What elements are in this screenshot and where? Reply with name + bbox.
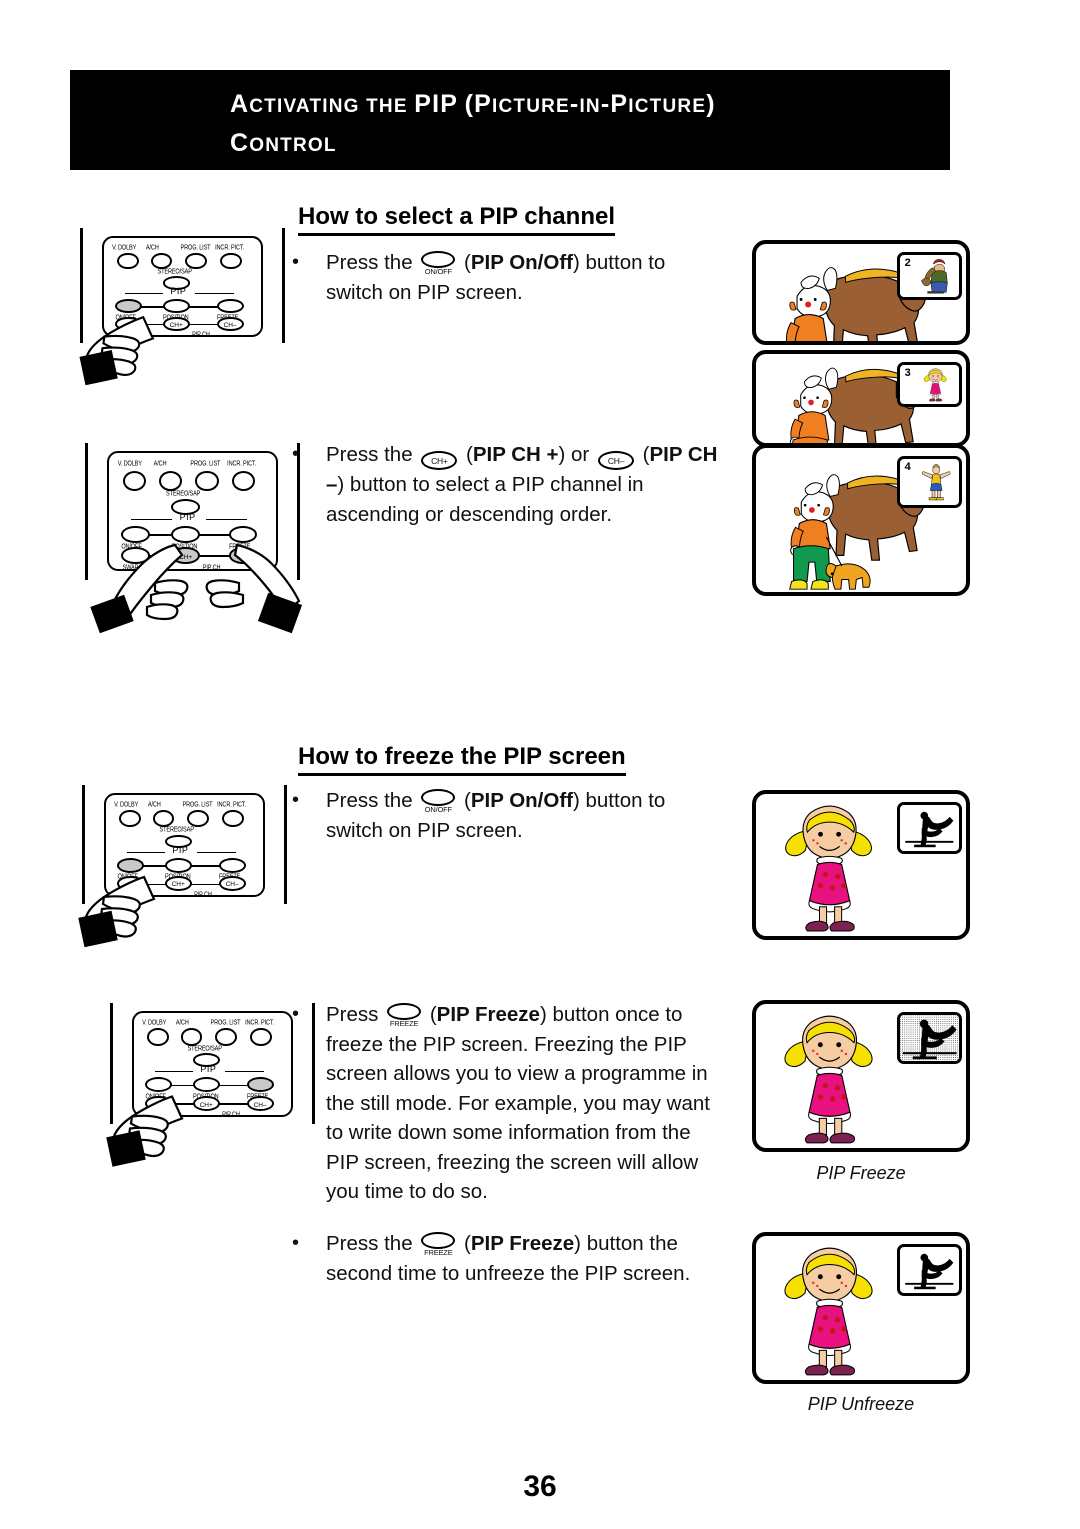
pip-on-off-button-icon: ON/OFF [421, 251, 456, 276]
pip-on-off-icon-label: ON/OFF [424, 267, 452, 276]
section-heading-freeze-screen: How to freeze the PIP screen [298, 743, 626, 776]
bullet3-paren-open: ( [464, 789, 471, 812]
pip-inset-picture [924, 367, 947, 401]
pip-inset-window: 4 [896, 456, 962, 508]
pip-ch-plus-icon-label: CH+ [421, 451, 458, 470]
pip-freeze-button-icon: FREEZE [421, 1232, 456, 1257]
pip-ch-minus-button-icon: CH– [597, 451, 634, 470]
pip-inset-window [896, 1244, 962, 1296]
pip-channel-number: 3 [904, 367, 911, 379]
bullet5-bold: PIP Freeze [470, 1232, 575, 1255]
tv-screen-channel-3: 3 [752, 350, 970, 447]
remote-onoff-freeze: V. DOLBY A/CH PROG. LIST INCR. PICT. STEREO/… [78, 785, 287, 950]
hand-pointing-icon [78, 875, 156, 948]
caption-pip-unfreeze: PIP Unfreeze [807, 1394, 915, 1414]
hand-pointing-icon [79, 315, 155, 386]
bullet2-paren-close: ) [558, 443, 566, 466]
bullet-pip-onoff-select: • Press the ON/OFF (PIP On/Off) button t… [292, 248, 722, 307]
bullet3-bold: PIP On/Off [470, 789, 573, 812]
bullet4-bold: PIP Freeze [436, 1003, 540, 1026]
pip-channel-number: 4 [904, 461, 911, 473]
bullet2-paren-open: ( [466, 443, 473, 466]
bullet5-pre: Press the [326, 1232, 413, 1255]
bullet2-or: or [571, 443, 590, 466]
pip-inset-picture [899, 1015, 959, 1061]
bullet-dot: • [292, 1232, 300, 1254]
bullet2-paren-open2: ( [642, 443, 650, 466]
bullet1-pre: Press the [326, 251, 413, 274]
bullet-dot: • [292, 251, 300, 273]
header-line2-rest: ONTROL [249, 135, 337, 156]
tv-screen-pip-on [752, 790, 970, 940]
hand-pointing-icon [106, 1095, 184, 1167]
pip-ch-minus-icon-label: CH– [597, 451, 634, 470]
bullet1-bold: PIP On/Off [470, 251, 573, 274]
pip-on-off-icon-label: ON/OFF [424, 805, 452, 814]
remote-onoff-select: V. DOLBY A/CH PROG. LIST INCR. PICT. STEREO/… [79, 228, 285, 388]
pip-on-off-button-icon: ON/OFF [421, 789, 456, 814]
page-header-title-line1: ACTIVATING THE PIP (PICTURE-IN-PICTURE) [230, 90, 716, 118]
tv-main-picture [784, 1015, 873, 1144]
pip-freeze-button-icon: FREEZE [387, 1003, 422, 1028]
caption-pip-freeze: PIP Freeze [816, 1163, 906, 1183]
tv-main-picture [784, 1247, 873, 1376]
header-line2-cap: C [230, 129, 250, 157]
remote-ch-plus-minus: V. DOLBY A/CH PROG. LIST INCR. PICT. STEREO/… [85, 443, 303, 634]
pip-inset-window [896, 1012, 962, 1064]
bullet-dot: • [292, 789, 300, 811]
bullet-pip-ch-select: • Press the CH+ (PIP CH +) or CH– (PIP C… [292, 440, 722, 529]
pip-ch-plus-button-icon: CH+ [421, 451, 458, 470]
pip-inset-picture [905, 1253, 954, 1289]
bullet4-pre: Press [326, 1003, 379, 1026]
hand-pointing-icon [90, 543, 303, 634]
bullet2-pre: Press the [326, 443, 413, 466]
pip-inset-picture [921, 258, 948, 294]
bullet2-bold: PIP CH + [472, 443, 559, 466]
pip-inset-window: 3 [896, 362, 962, 407]
bullet4-post: ) button once to freeze the PIP screen. … [326, 1003, 710, 1203]
bullet1-paren-open: ( [464, 251, 471, 274]
tv-main-picture [785, 805, 872, 932]
pip-inset-picture [921, 463, 951, 501]
tv-screen-channel-4: 4 [752, 444, 970, 596]
remote-freeze: V. DOLBY A/CH PROG. LIST INCR. PICT. STEREO/… [106, 1003, 315, 1171]
pip-freeze-icon-label: FREEZE [389, 1019, 419, 1028]
bullet3-pre: Press the [326, 789, 413, 812]
page-header-banner: ACTIVATING THE PIP (PICTURE-IN-PICTURE) … [70, 70, 950, 170]
bullet5-paren-open: ( [464, 1232, 471, 1255]
page-number: 36 [523, 1470, 557, 1503]
section-heading-select-channel: How to select a PIP channel [298, 203, 615, 236]
bullet-pip-unfreeze: • Press the FREEZE (PIP Freeze) button t… [292, 1229, 722, 1288]
bullet-pip-freeze: • Press FREEZE (PIP Freeze) button once … [292, 1000, 722, 1207]
pip-freeze-icon-label: FREEZE [424, 1248, 453, 1257]
tv-screen-channel-2: 2 [752, 240, 970, 345]
tv-screen-pip-unfreeze [752, 1232, 970, 1384]
pip-inset-picture [905, 811, 954, 847]
pip-channel-number: 2 [904, 257, 911, 269]
pip-inset-window: 2 [896, 252, 962, 301]
tv-screen-pip-freeze [752, 1000, 970, 1152]
bullet4-paren-open: ( [429, 1003, 437, 1026]
bullet-pip-onoff-freeze: • Press the ON/OFF (PIP On/Off) button t… [292, 786, 722, 845]
bullet2-post2: ) button to select a PIP channel in asce… [326, 473, 644, 526]
page-header-title-line2: CONTROL [230, 125, 950, 164]
pip-inset-window [896, 802, 962, 854]
